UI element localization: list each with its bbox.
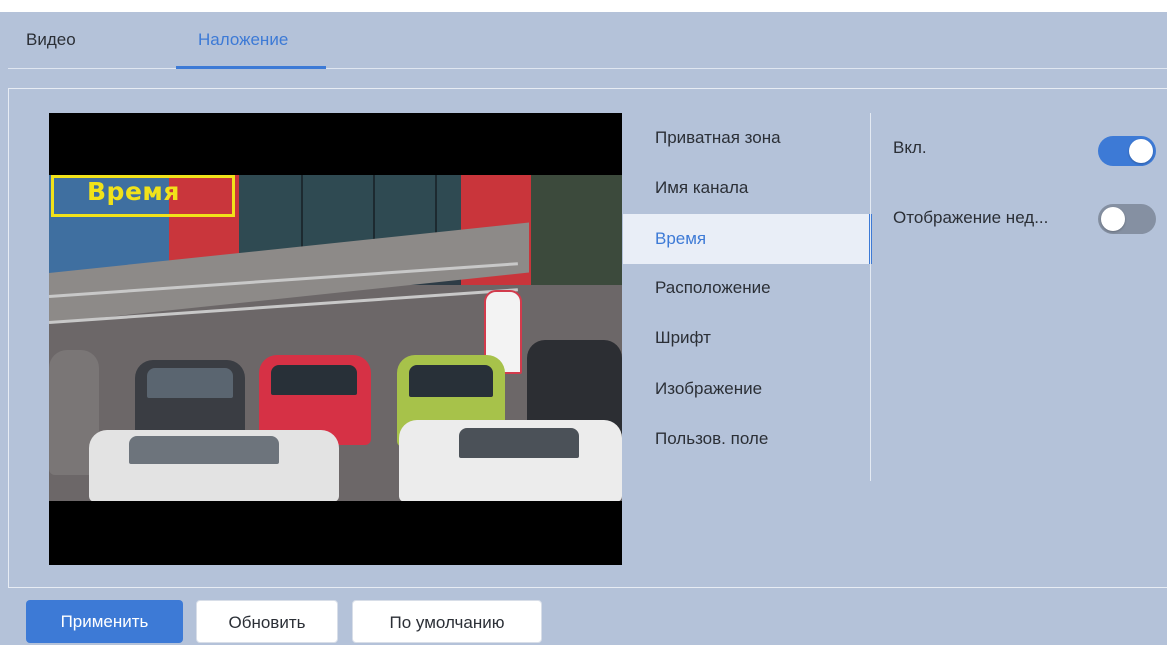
camera-scene xyxy=(49,175,622,501)
tab-bar: Видео Наложение xyxy=(8,12,1167,69)
apply-button[interactable]: Применить xyxy=(26,600,183,643)
car xyxy=(135,360,245,440)
osd-time-label: Время xyxy=(87,177,180,206)
show-week-label: Отображение нед... xyxy=(893,208,1049,227)
overlay-menu: Приватная зона Имя канала Время Располож… xyxy=(623,113,872,481)
menu-item-channel-name[interactable]: Имя канала xyxy=(623,163,871,213)
active-tab-indicator xyxy=(176,66,326,69)
enable-toggle[interactable] xyxy=(1098,136,1156,166)
menu-item-privacy-zone[interactable]: Приватная зона xyxy=(623,113,871,163)
show-week-toggle[interactable] xyxy=(1098,204,1156,234)
tab-video[interactable]: Видео xyxy=(26,30,76,50)
video-preview[interactable]: Время xyxy=(49,113,622,565)
menu-divider xyxy=(870,113,871,481)
enable-label: Вкл. xyxy=(893,138,927,157)
menu-item-image[interactable]: Изображение xyxy=(623,364,871,414)
menu-item-custom-field[interactable]: Пользов. поле xyxy=(623,414,871,464)
menu-item-time[interactable]: Время xyxy=(623,214,872,264)
menu-item-location[interactable]: Расположение xyxy=(623,263,871,313)
default-button[interactable]: По умолчанию xyxy=(352,600,542,643)
refresh-button[interactable]: Обновить xyxy=(196,600,338,643)
menu-item-font[interactable]: Шрифт xyxy=(623,313,871,363)
car xyxy=(399,420,622,501)
toggle-knob xyxy=(1101,207,1125,231)
car xyxy=(89,430,339,501)
toggle-knob xyxy=(1129,139,1153,163)
tab-overlay[interactable]: Наложение xyxy=(198,30,288,50)
top-strip xyxy=(0,0,1167,12)
